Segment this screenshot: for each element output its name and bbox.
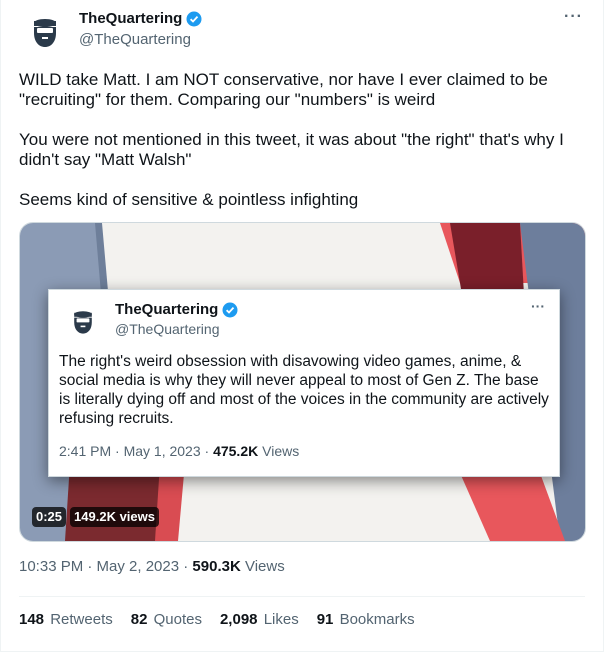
more-options-icon[interactable]: ···: [564, 8, 583, 26]
verified-badge-icon: [222, 302, 238, 317]
video-view-count: 149.2K views: [70, 507, 159, 527]
likes-count: 2,098: [219, 611, 258, 628]
quoted-author-name-text[interactable]: TheQuartering: [115, 301, 218, 318]
avatar[interactable]: [25, 10, 65, 50]
author-handle[interactable]: @TheQuartering: [79, 31, 191, 48]
retweets-label: Retweets: [50, 611, 113, 628]
quotes-label: Quotes: [153, 611, 202, 628]
quoted-author-handle[interactable]: @TheQuartering: [115, 321, 219, 337]
divider: [19, 596, 585, 597]
tweet-meta: 10:33 PM · May 2, 2023 · 590.3K Views: [19, 558, 285, 575]
more-options-icon[interactable]: ···: [531, 298, 545, 314]
tweet-card: TheQuartering @TheQuartering ··· WILD ta…: [0, 0, 604, 652]
quoted-author-name[interactable]: TheQuartering: [115, 301, 238, 318]
author-name[interactable]: TheQuartering: [79, 10, 202, 27]
author-name-text[interactable]: TheQuartering: [79, 10, 182, 27]
video-duration: 0:25: [32, 507, 67, 527]
quotes-stat[interactable]: 82 Quotes: [131, 611, 202, 628]
quoted-tweet-meta: 2:41 PM · May 1, 2023 · 475.2K Views: [59, 443, 299, 459]
tweet-text: WILD take Matt. I am NOT conservative, n…: [19, 70, 589, 230]
retweets-stat[interactable]: 148 Retweets: [19, 611, 113, 628]
bookmarks-label: Bookmarks: [339, 611, 415, 628]
retweets-count: 148: [19, 611, 45, 628]
quoted-views-label: Views: [258, 443, 300, 459]
tweet-paragraph: You were not mentioned in this tweet, it…: [19, 130, 564, 169]
tweet-paragraph: Seems kind of sensitive & pointless infi…: [19, 190, 359, 209]
bookmarks-stat[interactable]: 91 Bookmarks: [317, 611, 415, 628]
tweet-timestamp[interactable]: 10:33 PM · May 2, 2023 ·: [19, 558, 192, 575]
quoted-views-count: 475.2K: [213, 443, 259, 459]
quotes-count: 82: [130, 611, 148, 628]
tweet-views-count: 590.3K: [192, 558, 241, 575]
likes-label: Likes: [263, 611, 299, 628]
verified-badge-icon: [186, 11, 202, 26]
quoted-tweet[interactable]: TheQuartering @TheQuartering ··· The rig…: [48, 289, 560, 477]
quoted-timestamp[interactable]: 2:41 PM · May 1, 2023 ·: [59, 443, 213, 459]
bookmarks-count: 91: [316, 611, 334, 628]
engagement-stats: 148 Retweets 82 Quotes 2,098 Likes 91 Bo…: [19, 611, 415, 628]
tweet-views-label: Views: [240, 558, 285, 575]
video-badges: 0:25 149.2K views: [32, 507, 159, 527]
quoted-avatar[interactable]: [67, 304, 99, 336]
likes-stat[interactable]: 2,098 Likes: [220, 611, 299, 628]
video-media[interactable]: TheQuartering @TheQuartering ··· The rig…: [19, 222, 586, 542]
quoted-tweet-text: The right's weird obsession with disavow…: [59, 353, 549, 427]
tweet-paragraph: WILD take Matt. I am NOT conservative, n…: [19, 70, 548, 109]
